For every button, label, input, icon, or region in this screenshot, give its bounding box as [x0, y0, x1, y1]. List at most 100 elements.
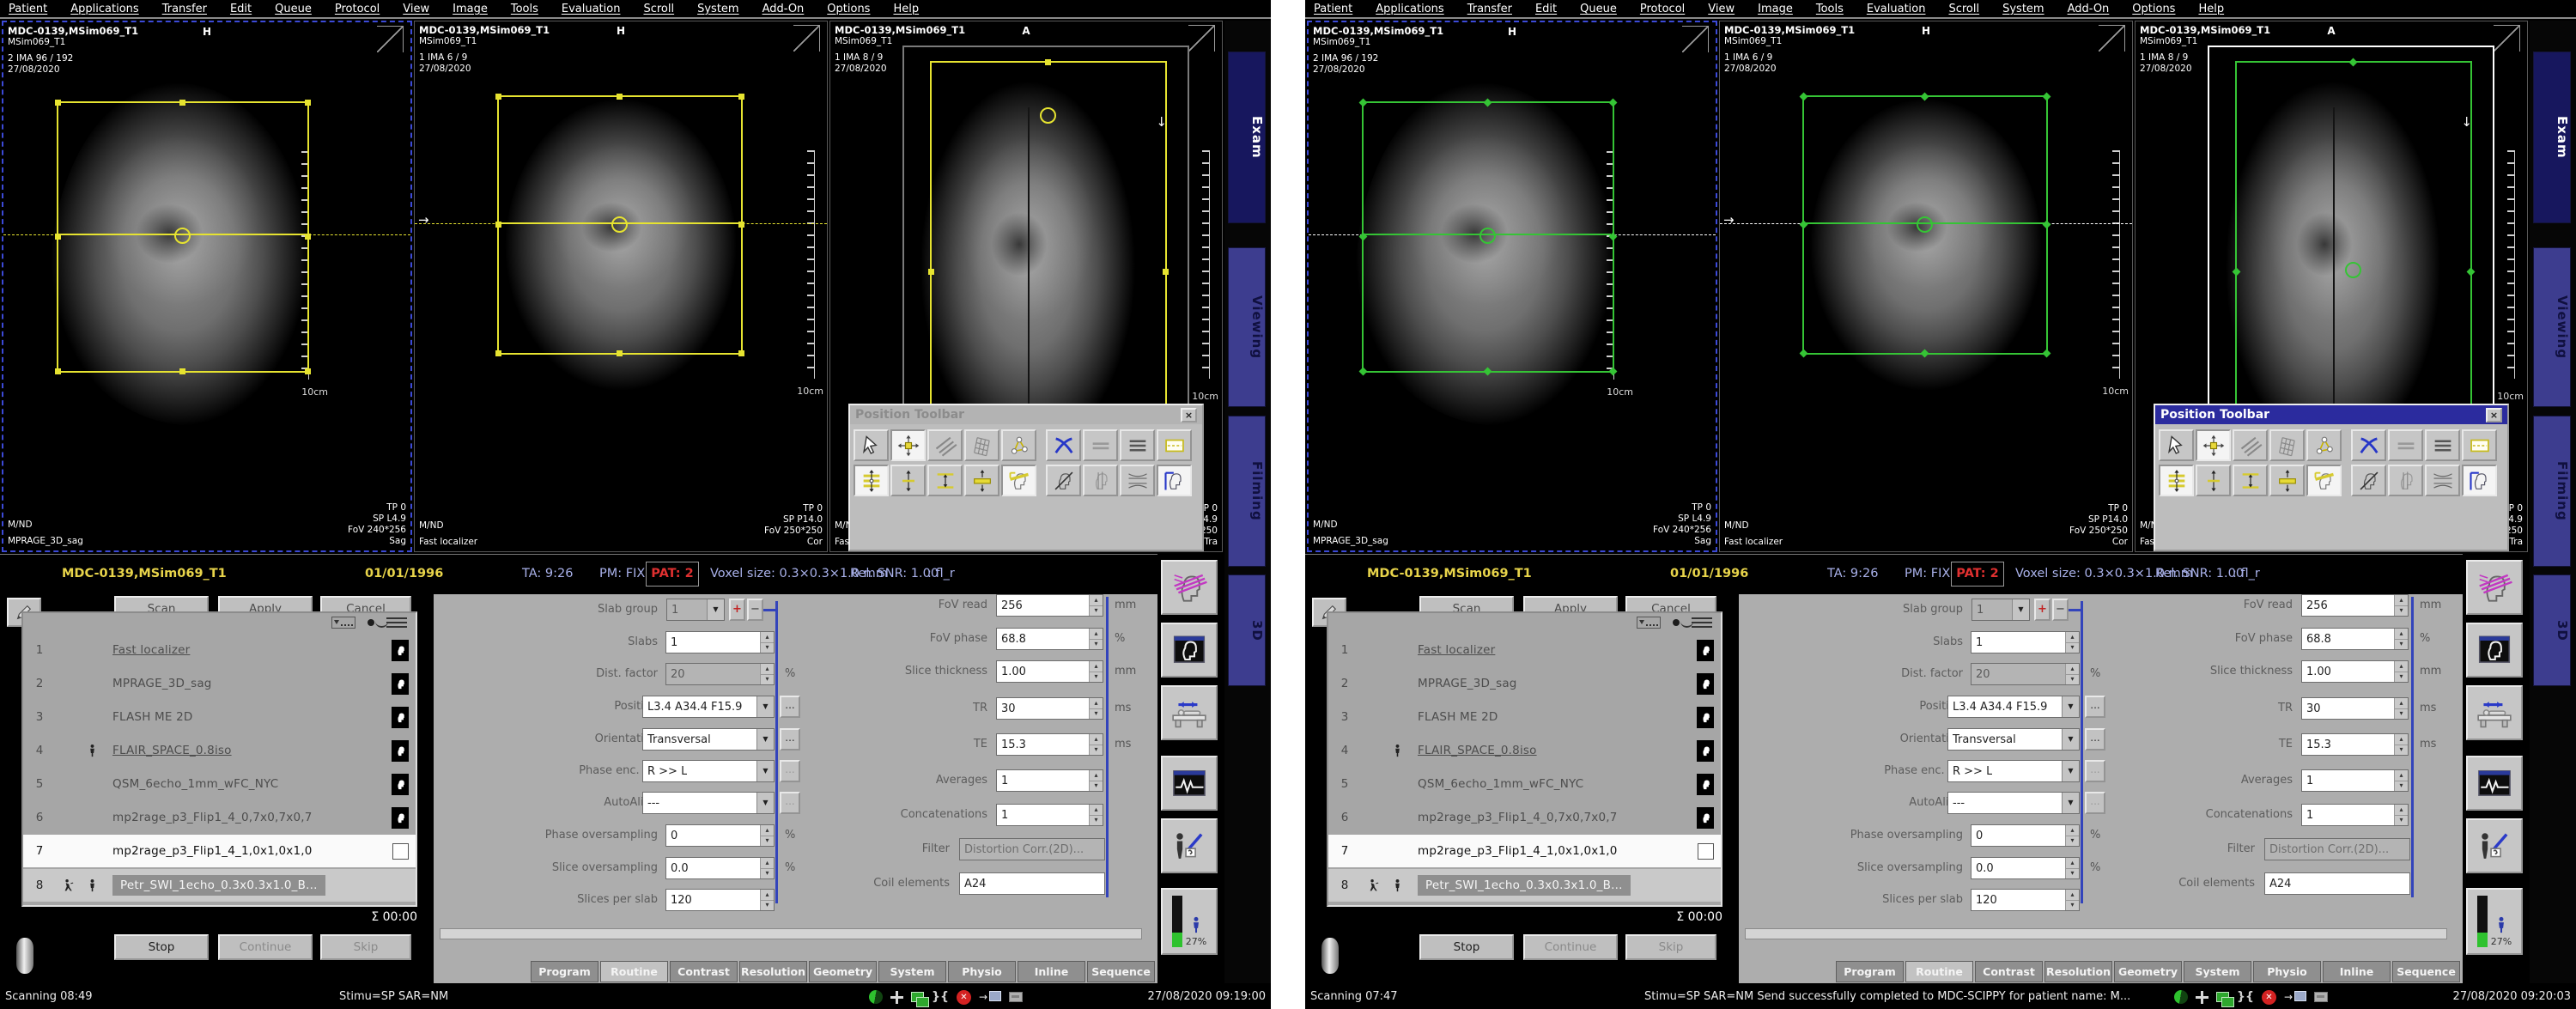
te-input[interactable]: 15.3: [996, 733, 1103, 756]
viewport-sagittal[interactable]: MDC-0139,MSim069_T1 MSim069_T1 2 IMA 96 …: [1307, 21, 1717, 552]
spinner[interactable]: [1089, 805, 1103, 825]
error-indicator-icon[interactable]: [957, 990, 971, 1005]
slab-box-icon[interactable]: [1157, 429, 1192, 461]
spinner[interactable]: [2394, 734, 2408, 755]
head-slab-icon[interactable]: [1001, 465, 1036, 496]
tab-inline[interactable]: Inline: [2323, 961, 2391, 982]
menu-edit[interactable]: Edit: [1535, 3, 1557, 15]
tab-sequence[interactable]: Sequence: [2392, 961, 2460, 982]
menu-system[interactable]: System: [2002, 3, 2044, 15]
menu-help[interactable]: Help: [2198, 3, 2224, 15]
position-toolbar-titlebar[interactable]: Position Toolbar ×: [850, 405, 1202, 424]
menu-protocol[interactable]: Protocol: [335, 3, 380, 15]
tab-program[interactable]: Program: [531, 961, 598, 982]
move-slice-icon[interactable]: [890, 429, 926, 461]
tab-3d[interactable]: 3D: [1228, 574, 1266, 686]
tab-viewing[interactable]: Viewing: [1228, 247, 1266, 407]
tab-system[interactable]: System: [878, 961, 946, 982]
slice-thickness-input[interactable]: 1.00: [2301, 660, 2409, 683]
send-to-host-icon[interactable]: [2284, 991, 2306, 1003]
head-rotate-icon[interactable]: [2351, 465, 2386, 496]
slab-thickness-icon[interactable]: [964, 465, 999, 496]
head-corner-icon[interactable]: [2462, 465, 2497, 496]
averages-input[interactable]: 1: [2301, 769, 2409, 792]
menu-addon[interactable]: Add-On: [2068, 3, 2110, 15]
tab-resolution[interactable]: Resolution: [2044, 961, 2112, 982]
tab-geometry[interactable]: Geometry: [2114, 961, 2182, 982]
concatenations-input[interactable]: 1: [2301, 804, 2409, 826]
two-slices-icon[interactable]: [2388, 429, 2423, 461]
continue-button[interactable]: Continue: [218, 934, 313, 960]
image-display-button[interactable]: [1161, 623, 1218, 678]
slice-shift-icon[interactable]: [890, 465, 926, 496]
slice-shift-icon[interactable]: [2196, 465, 2231, 496]
shear-grid-icon[interactable]: [964, 429, 999, 461]
stim-cross-icon[interactable]: [2196, 991, 2208, 1004]
cross-intersect-icon[interactable]: [1046, 429, 1081, 461]
menu-options[interactable]: Options: [827, 3, 870, 15]
tab-resolution[interactable]: Resolution: [739, 961, 807, 982]
network-monitors-icon[interactable]: [2216, 992, 2229, 1002]
tr-input[interactable]: 30: [996, 697, 1103, 720]
tab-3d[interactable]: 3D: [2533, 574, 2571, 686]
error-indicator-icon[interactable]: [2262, 990, 2276, 1005]
tab-contrast[interactable]: Contrast: [670, 961, 738, 982]
rotation-handle[interactable]: [611, 216, 628, 233]
position-toolbar-titlebar[interactable]: Position Toolbar ×: [2155, 405, 2507, 424]
menu-patient[interactable]: Patient: [1314, 3, 1352, 15]
rotation-handle[interactable]: [1479, 228, 1496, 244]
menu-applications[interactable]: Applications: [70, 3, 138, 15]
coil-braces-icon[interactable]: [932, 990, 949, 1004]
continue-button[interactable]: Continue: [1523, 934, 1618, 960]
fov-read-input[interactable]: 256: [996, 594, 1103, 617]
coil-elements-input[interactable]: A24: [2264, 872, 2410, 895]
slice-position-tool-button[interactable]: [2466, 560, 2523, 615]
parallel-slices-icon[interactable]: [927, 429, 963, 461]
filter-select[interactable]: Distortion Corr.(2D)...: [959, 838, 1105, 860]
tab-physio[interactable]: Physio: [2253, 961, 2321, 982]
patient-query-button[interactable]: [2466, 818, 2523, 873]
tab-system[interactable]: System: [2184, 961, 2251, 982]
tab-filming[interactable]: Filming: [2533, 416, 2571, 567]
spinner[interactable]: [2394, 805, 2408, 825]
spinner[interactable]: [1089, 629, 1103, 649]
tab-routine[interactable]: Routine: [1905, 961, 1973, 982]
slice-stack-move-icon[interactable]: [854, 465, 889, 496]
slab-thickness-icon[interactable]: [2269, 465, 2305, 496]
select-cursor-icon[interactable]: [2159, 429, 2194, 461]
viewport-coronal[interactable]: MDC-0139,MSim069_T1 MSim069_T1 1 IMA 6 /…: [414, 21, 828, 552]
menu-transfer[interactable]: Transfer: [162, 3, 207, 15]
head-corner-icon[interactable]: [1157, 465, 1192, 496]
message-log-icon[interactable]: [2314, 992, 2328, 1002]
head-tilt-icon[interactable]: [1083, 465, 1118, 496]
spinner[interactable]: [2394, 629, 2408, 649]
menu-system[interactable]: System: [697, 3, 738, 15]
fov-phase-input[interactable]: 68.8: [2301, 628, 2409, 650]
tab-inline[interactable]: Inline: [1018, 961, 1085, 982]
tab-exam[interactable]: Exam: [1228, 52, 1266, 223]
position-toolbar-window[interactable]: Position Toolbar ×: [2154, 404, 2509, 551]
tab-geometry[interactable]: Geometry: [809, 961, 877, 982]
spinner[interactable]: [2394, 595, 2408, 616]
menu-image[interactable]: Image: [1758, 3, 1793, 15]
spinner[interactable]: [1089, 734, 1103, 755]
three-slices-icon[interactable]: [2425, 429, 2460, 461]
table-position-button[interactable]: [1161, 685, 1218, 740]
tr-input[interactable]: 30: [2301, 697, 2409, 720]
coil-elements-input[interactable]: A24: [959, 872, 1105, 895]
triangle-points-icon[interactable]: [2306, 429, 2342, 461]
slices-converge-icon[interactable]: [2425, 465, 2460, 496]
spinner[interactable]: [2394, 661, 2408, 682]
table-position-button[interactable]: [2466, 685, 2523, 740]
system-status-icon[interactable]: [2174, 990, 2188, 1004]
move-slice-icon[interactable]: [2196, 429, 2231, 461]
menu-options[interactable]: Options: [2132, 3, 2175, 15]
message-log-icon[interactable]: [1009, 992, 1023, 1002]
parameter-horizontal-scrollbar[interactable]: [1745, 928, 2447, 939]
averages-input[interactable]: 1: [996, 769, 1103, 792]
parallel-slices-icon[interactable]: [2233, 429, 2268, 461]
stop-button[interactable]: Stop: [114, 934, 209, 960]
menu-image[interactable]: Image: [453, 3, 488, 15]
concatenations-input[interactable]: 1: [996, 804, 1103, 826]
menu-help[interactable]: Help: [893, 3, 919, 15]
